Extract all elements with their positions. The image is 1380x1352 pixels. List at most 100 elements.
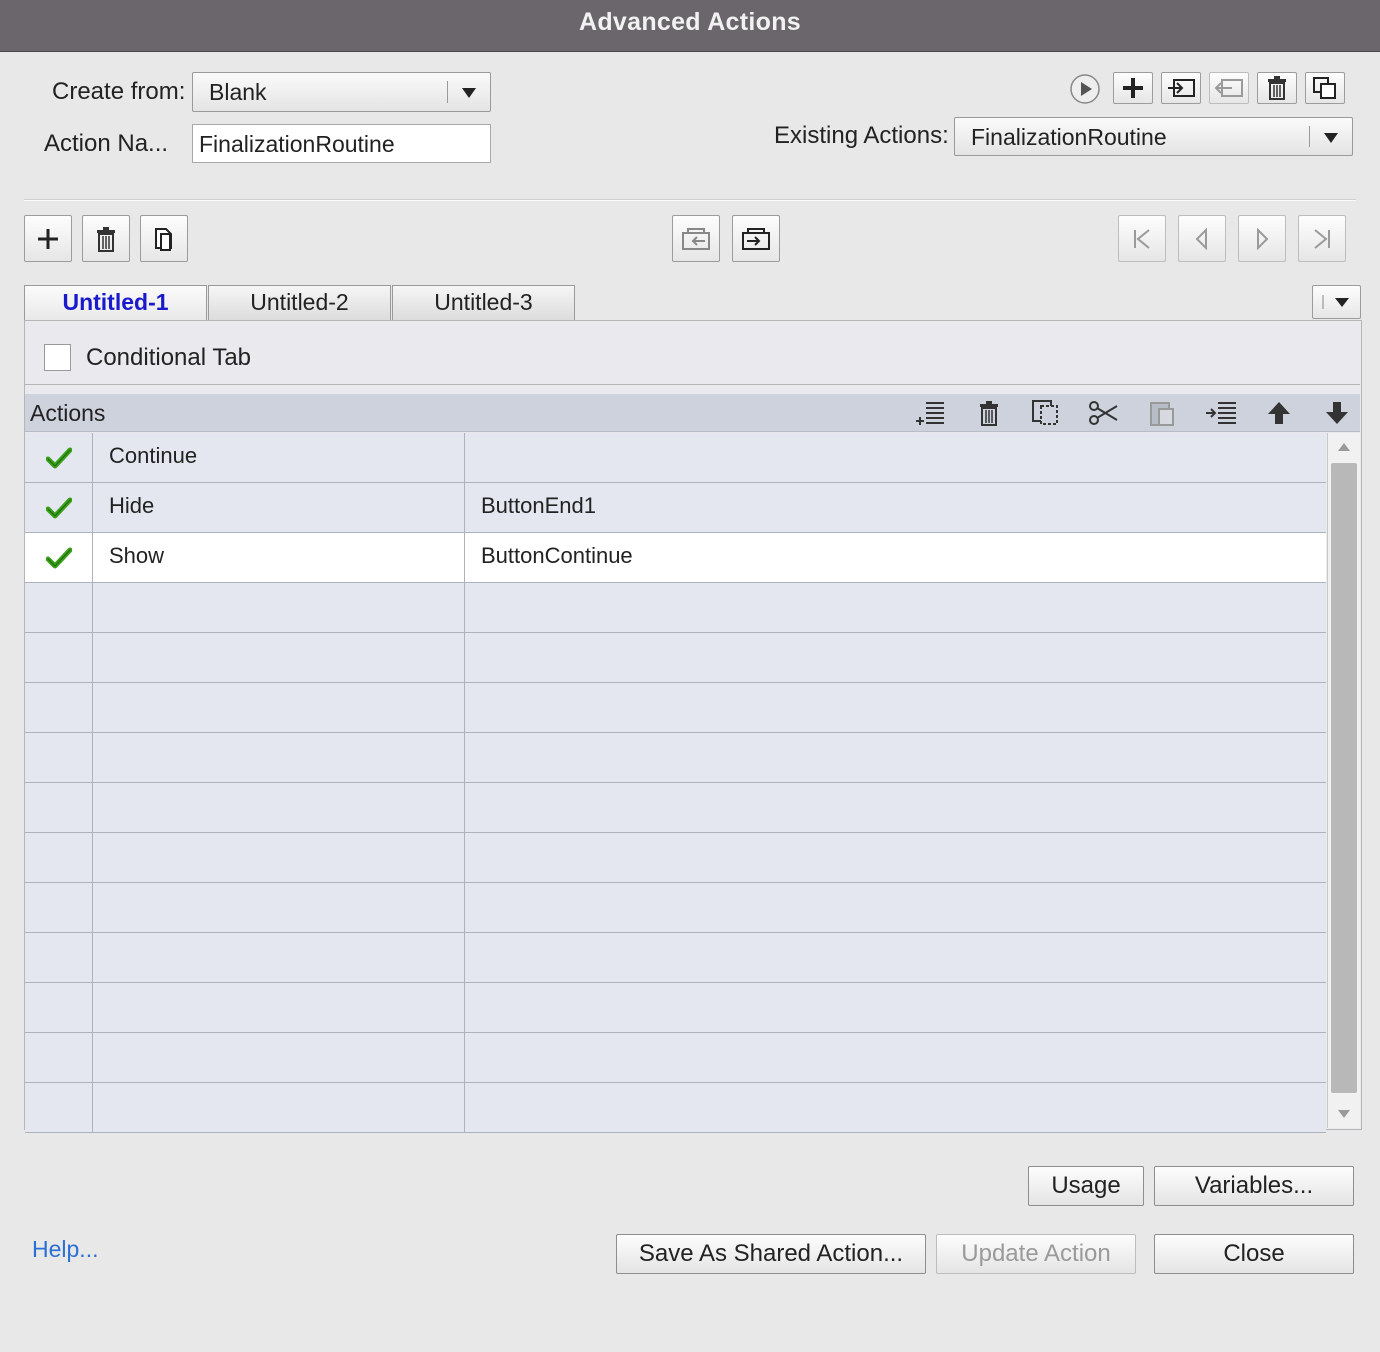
import-action-button[interactable]	[1161, 72, 1201, 104]
row-target-cell[interactable]	[465, 583, 1326, 633]
create-from-dropdown[interactable]: Blank	[192, 72, 491, 112]
usage-button[interactable]: Usage	[1028, 1166, 1144, 1206]
move-down-icon[interactable]	[1321, 398, 1353, 428]
row-action-cell[interactable]	[93, 983, 465, 1033]
table-row[interactable]	[25, 983, 1326, 1033]
row-status-cell[interactable]	[25, 533, 93, 583]
import-decision-button[interactable]	[672, 215, 720, 262]
insert-row-icon[interactable]	[913, 398, 947, 428]
variables-button[interactable]: Variables...	[1154, 1166, 1354, 1206]
row-status-cell[interactable]	[25, 433, 93, 483]
row-action-cell[interactable]	[93, 1083, 465, 1133]
row-action-cell[interactable]	[93, 933, 465, 983]
row-action-cell[interactable]	[93, 783, 465, 833]
table-row[interactable]	[25, 583, 1326, 633]
table-row[interactable]	[25, 733, 1326, 783]
row-status-cell[interactable]	[25, 783, 93, 833]
row-status-cell[interactable]	[25, 1083, 93, 1133]
tab-untitled-3[interactable]: Untitled-3	[392, 285, 575, 320]
indent-row-icon[interactable]	[1203, 398, 1239, 428]
existing-actions-dropdown[interactable]: FinalizationRoutine	[954, 117, 1353, 156]
row-target-cell[interactable]	[465, 433, 1326, 483]
duplicate-action-button[interactable]	[1305, 72, 1345, 104]
delete-row-icon[interactable]	[973, 398, 1005, 428]
import-icon	[682, 227, 710, 250]
row-target-cell[interactable]	[465, 1033, 1326, 1083]
row-status-cell[interactable]	[25, 633, 93, 683]
help-link[interactable]: Help...	[32, 1236, 98, 1263]
duplicate-decision-button[interactable]	[140, 215, 188, 262]
row-target-cell[interactable]: ButtonContinue	[465, 533, 1326, 583]
conditional-tab-checkbox[interactable]	[44, 344, 71, 371]
delete-action-button[interactable]	[1257, 72, 1297, 104]
row-action-cell[interactable]: Hide	[93, 483, 465, 533]
table-row[interactable]	[25, 633, 1326, 683]
tab-untitled-2[interactable]: Untitled-2	[208, 285, 391, 320]
table-row[interactable]	[25, 833, 1326, 883]
divider	[24, 199, 1356, 201]
row-action-cell[interactable]	[93, 683, 465, 733]
action-name-input[interactable]: FinalizationRoutine	[192, 124, 491, 163]
action-name-label: Action Na...	[44, 130, 169, 157]
table-row[interactable]	[25, 933, 1326, 983]
export-action-button[interactable]	[1209, 72, 1249, 104]
row-target-cell[interactable]	[465, 833, 1326, 883]
tab-untitled-1[interactable]: Untitled-1	[24, 285, 207, 320]
scroll-up-icon[interactable]	[1338, 443, 1350, 451]
table-row[interactable]	[25, 1033, 1326, 1083]
row-target-cell[interactable]	[465, 683, 1326, 733]
row-target-cell[interactable]	[465, 783, 1326, 833]
create-action-button[interactable]	[1113, 72, 1153, 104]
row-action-cell[interactable]	[93, 583, 465, 633]
export-decision-button[interactable]	[732, 215, 780, 262]
delete-decision-button[interactable]	[82, 215, 130, 262]
table-row[interactable]: Continue	[25, 433, 1326, 483]
table-row[interactable]	[25, 883, 1326, 933]
move-up-icon[interactable]	[1263, 398, 1295, 428]
close-button[interactable]: Close	[1154, 1234, 1354, 1274]
row-target-cell[interactable]	[465, 883, 1326, 933]
cut-icon[interactable]	[1087, 398, 1121, 428]
previous-decision-button[interactable]	[1178, 215, 1226, 262]
preview-play-icon[interactable]	[1068, 72, 1102, 106]
paste-icon[interactable]	[1145, 398, 1179, 428]
row-action-cell[interactable]: Continue	[93, 433, 465, 483]
copy-row-icon[interactable]	[1029, 398, 1063, 428]
row-action-cell[interactable]	[93, 633, 465, 683]
row-target-cell[interactable]	[465, 933, 1326, 983]
row-action-cell[interactable]: Show	[93, 533, 465, 583]
row-action-cell[interactable]	[93, 833, 465, 883]
row-status-cell[interactable]	[25, 683, 93, 733]
row-target-cell[interactable]: ButtonEnd1	[465, 483, 1326, 533]
last-decision-button[interactable]	[1298, 215, 1346, 262]
row-status-cell[interactable]	[25, 483, 93, 533]
row-target-cell[interactable]	[465, 1083, 1326, 1133]
first-decision-button[interactable]	[1118, 215, 1166, 262]
table-row[interactable]	[25, 683, 1326, 733]
next-decision-button[interactable]	[1238, 215, 1286, 262]
scrollbar-thumb[interactable]	[1331, 463, 1357, 1093]
table-row[interactable]	[25, 783, 1326, 833]
scroll-down-icon[interactable]	[1338, 1110, 1350, 1118]
row-target-cell[interactable]	[465, 983, 1326, 1033]
row-status-cell[interactable]	[25, 983, 93, 1033]
row-status-cell[interactable]	[25, 733, 93, 783]
table-row[interactable]: Hide ButtonEnd1	[25, 483, 1326, 533]
add-decision-button[interactable]	[24, 215, 72, 262]
row-action-cell[interactable]	[93, 1033, 465, 1083]
row-status-cell[interactable]	[25, 933, 93, 983]
row-status-cell[interactable]	[25, 833, 93, 883]
row-action-cell[interactable]	[93, 733, 465, 783]
row-target-cell[interactable]	[465, 633, 1326, 683]
save-as-shared-action-button[interactable]: Save As Shared Action...	[616, 1234, 926, 1274]
actions-scrollbar[interactable]	[1327, 433, 1360, 1128]
row-status-cell[interactable]	[25, 1033, 93, 1083]
row-target-cell[interactable]	[465, 733, 1326, 783]
row-status-cell[interactable]	[25, 883, 93, 933]
row-action-cell[interactable]	[93, 883, 465, 933]
row-status-cell[interactable]	[25, 583, 93, 633]
table-row[interactable]: Show ButtonContinue	[25, 533, 1326, 583]
update-action-button[interactable]: Update Action	[936, 1234, 1136, 1274]
table-row[interactable]	[25, 1083, 1326, 1133]
tabs-menu-button[interactable]	[1312, 285, 1361, 319]
